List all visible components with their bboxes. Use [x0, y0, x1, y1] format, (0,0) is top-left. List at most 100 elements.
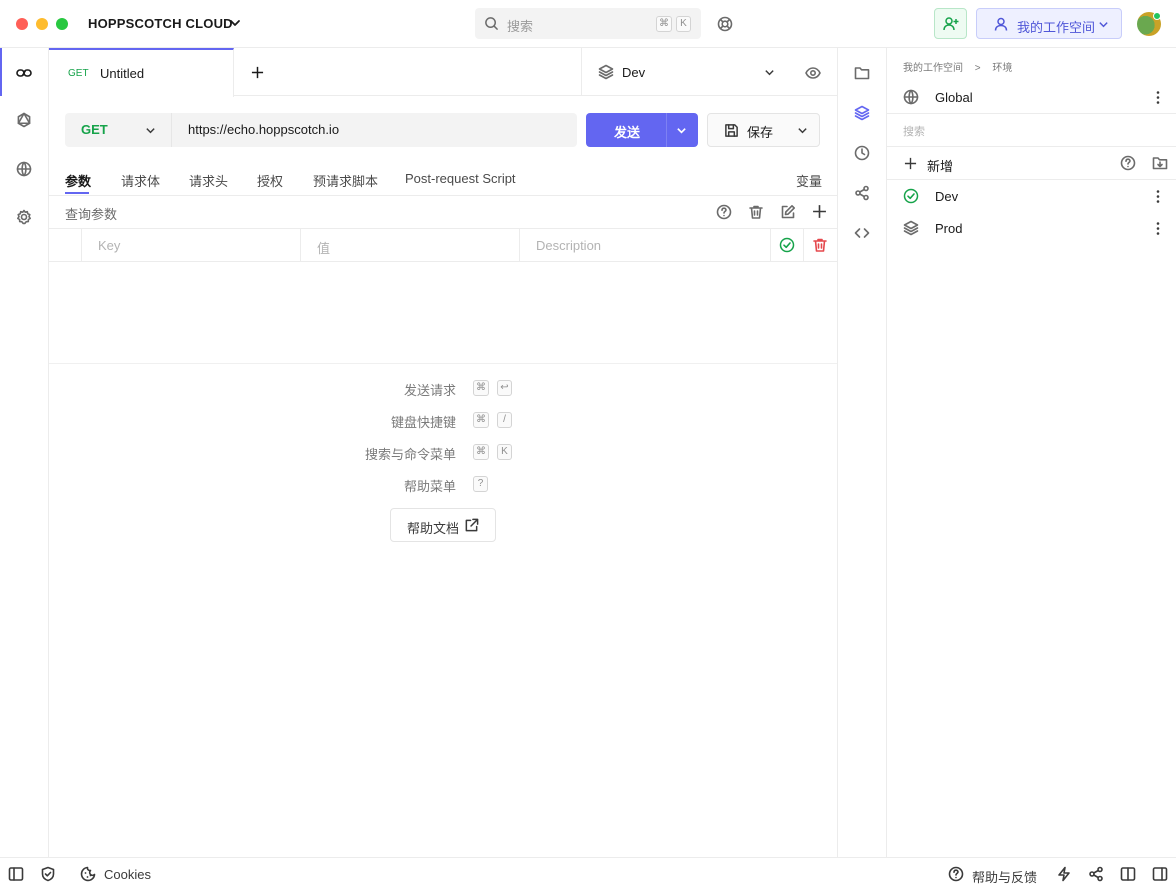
help-docs-button[interactable]: 帮助文档: [390, 508, 496, 542]
tab-untitled[interactable]: GET Untitled: [49, 48, 234, 97]
workspace-label: 我的工作空间: [1017, 20, 1096, 35]
tab-headers[interactable]: 请求头: [189, 171, 228, 190]
send-button[interactable]: 发送: [586, 113, 698, 147]
environments-layers-icon[interactable]: [854, 105, 870, 121]
more-vertical-icon[interactable]: [1155, 90, 1161, 105]
tab-params[interactable]: 参数: [65, 171, 91, 190]
tab-body[interactable]: 请求体: [121, 171, 160, 190]
edit-icon[interactable]: [780, 204, 796, 220]
environment-selector[interactable]: Dev: [581, 48, 837, 96]
send-options-chevron-icon[interactable]: [676, 125, 687, 136]
import-folder-icon[interactable]: [1152, 155, 1168, 171]
more-vertical-icon[interactable]: [1155, 189, 1161, 204]
env-search-input[interactable]: 搜索: [887, 114, 1176, 147]
active-tab-underline: [65, 192, 89, 194]
check-circle-icon[interactable]: [779, 237, 795, 253]
delete-row-trash-icon[interactable]: [812, 237, 828, 253]
kbd-enter: ↩: [497, 380, 512, 396]
breadcrumb-separator: >: [974, 63, 981, 74]
send-label: 发送: [614, 125, 641, 140]
env-item-prod[interactable]: Prod: [887, 212, 1176, 244]
nav-graphql-icon[interactable]: [16, 112, 32, 128]
shield-check-icon[interactable]: [40, 866, 56, 882]
new-tab-plus-icon[interactable]: [251, 66, 264, 79]
environment-name: Dev: [622, 65, 646, 80]
column-divider: [81, 229, 82, 262]
share-icon[interactable]: [1088, 866, 1104, 882]
add-param-plus-icon[interactable]: [812, 204, 827, 219]
toggle-right-sidebar-icon[interactable]: [1152, 866, 1168, 882]
help-docs-label: 帮助文档: [407, 521, 460, 536]
cookie-icon[interactable]: [80, 866, 96, 882]
nav-settings-gear-icon[interactable]: [16, 209, 32, 225]
kbd-k: K: [497, 444, 512, 460]
layers-icon: [598, 64, 614, 80]
window-minimize-button[interactable]: [36, 18, 48, 30]
divider: [49, 363, 837, 364]
nav-rest-link-icon[interactable]: [16, 65, 32, 81]
user-plus-icon: [943, 16, 959, 32]
query-params-title: 查询参数: [65, 207, 118, 222]
share-icon[interactable]: [854, 185, 870, 201]
save-button[interactable]: 保存: [707, 113, 820, 147]
kbd-cmd: ⌘: [473, 412, 489, 428]
window-close-button[interactable]: [16, 18, 28, 30]
search-icon: [484, 16, 499, 31]
tab-pre-request-script[interactable]: 预请求脚本: [313, 171, 378, 190]
invite-user-button[interactable]: [934, 8, 967, 39]
help-circle-icon[interactable]: [1120, 155, 1136, 171]
tab-title: Untitled: [100, 66, 145, 81]
chevron-down-icon[interactable]: [229, 17, 241, 29]
divider: [49, 228, 837, 229]
breadcrumb-root[interactable]: 我的工作空间: [903, 63, 963, 74]
toggle-sidebar-icon[interactable]: [8, 866, 24, 882]
shortcut-label-send: 发送请求: [403, 383, 456, 398]
kbd-k: K: [676, 16, 691, 32]
app-brand[interactable]: HOPPSCOTCH CLOUD: [88, 16, 233, 31]
more-vertical-icon[interactable]: [1155, 221, 1161, 236]
plus-icon[interactable]: [904, 157, 917, 170]
column-divider: [300, 229, 301, 262]
workspace-selector[interactable]: 我的工作空间: [976, 8, 1122, 39]
user-icon: [994, 17, 1008, 31]
tab-post-request-script[interactable]: Post-request Script: [405, 171, 516, 186]
nav-active-indicator: [0, 48, 2, 96]
save-floppy-icon: [724, 123, 739, 138]
lightning-icon[interactable]: [1056, 866, 1072, 882]
help-circle-icon[interactable]: [948, 866, 964, 882]
tab-variables[interactable]: 变量: [796, 171, 822, 190]
param-value-input[interactable]: 值: [317, 238, 330, 257]
divider: [49, 195, 837, 196]
search-bar[interactable]: 搜索 ⌘ K: [475, 8, 701, 39]
right-sidebar-strip: [837, 48, 887, 857]
split-layout-icon[interactable]: [1120, 866, 1136, 882]
column-divider: [770, 229, 771, 262]
history-clock-icon[interactable]: [854, 145, 870, 161]
trash-icon[interactable]: [748, 204, 764, 220]
code-icon[interactable]: [854, 225, 870, 241]
help-circle-icon[interactable]: [716, 204, 732, 220]
new-environment-button[interactable]: 新增: [927, 156, 953, 175]
window-zoom-button[interactable]: [56, 18, 68, 30]
url-input[interactable]: https://echo.hoppscotch.io: [171, 113, 577, 147]
param-key-input[interactable]: Key: [98, 238, 120, 253]
eye-icon[interactable]: [805, 66, 821, 80]
kbd-slash: /: [497, 412, 512, 428]
env-item-dev[interactable]: Dev: [887, 180, 1176, 212]
collections-folder-icon[interactable]: [854, 65, 870, 81]
method-select[interactable]: GET: [65, 113, 171, 147]
kbd-cmd: ⌘: [473, 444, 489, 460]
nav-realtime-globe-icon[interactable]: [16, 161, 32, 177]
help-feedback-button[interactable]: 帮助与反馈: [972, 867, 1037, 886]
tab-authorization[interactable]: 授权: [257, 171, 283, 190]
method-value: GET: [81, 122, 108, 137]
chevron-down-icon[interactable]: [797, 125, 808, 136]
support-lifebuoy-icon[interactable]: [717, 16, 733, 32]
cookies-button[interactable]: Cookies: [104, 867, 151, 882]
shortcut-label-help: 帮助菜单: [403, 479, 456, 494]
save-label: 保存: [747, 125, 774, 140]
env-item-global[interactable]: Global: [887, 81, 1176, 114]
breadcrumb: 我的工作空间 > 环境: [903, 59, 1012, 74]
globe-icon: [903, 89, 919, 105]
param-description-input[interactable]: Description: [536, 238, 601, 253]
